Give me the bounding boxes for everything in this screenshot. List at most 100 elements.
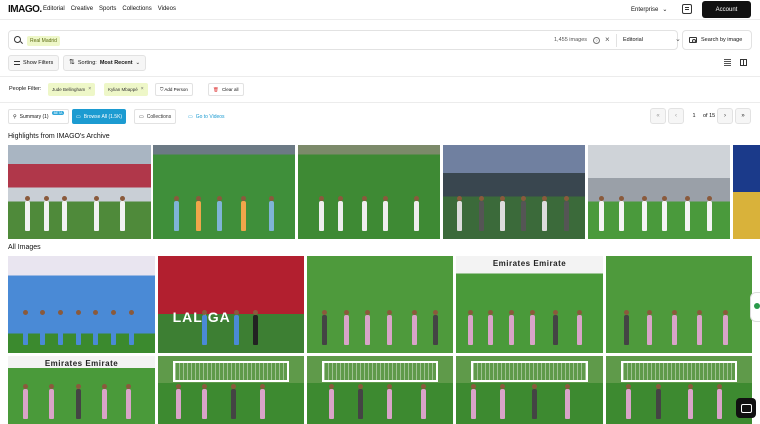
go-to-videos-label: Go to Videos (195, 113, 225, 120)
previous-page-button[interactable]: ‹ (668, 108, 684, 124)
tab-summary-label: Summary (1) (19, 113, 49, 120)
people-filter-label: People Filter: (9, 86, 42, 92)
nav-videos[interactable]: Videos (158, 6, 176, 12)
search-by-image-button[interactable]: Search by image (682, 30, 752, 50)
person-chip-bellingham[interactable]: Jude Bellingham × (48, 83, 96, 96)
players-figure (158, 381, 304, 419)
tab-summary[interactable]: ⚲ Summary (1) BETA (8, 109, 70, 124)
account-button[interactable]: Account (702, 1, 751, 18)
highlights-title: Highlights from IMAGO's Archive (8, 133, 110, 140)
close-icon[interactable]: × (88, 83, 91, 96)
chevron-down-icon: ⌄ (135, 60, 141, 66)
players-figure (456, 381, 603, 419)
emirates-board-text: Emirates Emirate (44, 359, 119, 368)
result-count: 1,455 images (554, 37, 588, 43)
highlight-photo[interactable] (733, 145, 760, 239)
tab-browse-all[interactable]: ▭ Browse All (1.5K) (72, 109, 127, 124)
sorting-value: Most Recent (99, 60, 133, 66)
show-filters-label: Show Filters (23, 60, 54, 66)
camera-icon (689, 37, 697, 43)
close-icon[interactable]: × (141, 83, 144, 96)
first-page-button[interactable]: « (650, 108, 666, 124)
video-icon: ▭ (188, 113, 193, 120)
players-figure (606, 292, 752, 346)
enterprise-menu[interactable]: Enterprise ⌄ (631, 6, 668, 14)
players-figure (606, 381, 752, 419)
image-thumbnail[interactable]: LALIGA (158, 256, 304, 353)
players-figure (8, 292, 155, 346)
nav-sports[interactable]: Sports (99, 6, 116, 12)
goal-net (620, 361, 738, 382)
image-thumbnail[interactable] (307, 256, 453, 353)
clear-all-button[interactable]: 🗑 Clear all (208, 83, 244, 96)
players-figure (153, 180, 295, 232)
highlight-photo[interactable] (588, 145, 730, 239)
grid-view-icon (724, 59, 731, 66)
search-icon (14, 36, 21, 43)
collections-icon: ▭ (139, 113, 144, 120)
nav-collections[interactable]: Collections (122, 6, 151, 12)
top-navigation: IMAGO. Editorial Creative Sports Collect… (0, 0, 760, 20)
last-page-button[interactable]: » (735, 108, 751, 124)
highlight-photo[interactable] (443, 145, 585, 239)
tab-collections-label: Collections (146, 113, 172, 120)
location-pin-icon: ⚲ (13, 113, 17, 120)
filter-icon (14, 61, 20, 65)
page-number-input[interactable]: 1 (686, 108, 702, 124)
person-name: Jude Bellingham (52, 87, 86, 92)
add-person-icon: ⛉ (160, 87, 164, 92)
image-thumbnail[interactable] (606, 356, 752, 424)
highlight-photo[interactable] (8, 145, 151, 239)
image-thumbnail[interactable] (307, 356, 453, 424)
image-thumbnail[interactable] (158, 356, 304, 424)
divider (616, 34, 617, 47)
go-to-videos-link[interactable]: ▭ Go to Videos (184, 109, 229, 124)
highlight-photo[interactable] (153, 145, 295, 239)
players-figure (298, 180, 440, 232)
sorting-prefix: Sorting: (77, 60, 97, 66)
mosaic-view-button[interactable] (737, 56, 750, 69)
search-query-chip[interactable]: Real Madrid (27, 36, 60, 46)
search-bar[interactable]: Real Madrid 1,455 images ? × Editorial ⌄ (8, 30, 681, 50)
lightbox-icon[interactable] (682, 4, 692, 14)
add-person-button[interactable]: ⛉ Add Person (155, 83, 193, 96)
highlight-photo[interactable] (298, 145, 440, 239)
sorting-dropdown[interactable]: ⇅ Sorting: Most Recent ⌄ (63, 55, 147, 71)
divider (0, 76, 760, 77)
person-chip-mbappe[interactable]: Kylian Mbappé × (104, 83, 148, 96)
tab-collections[interactable]: ▭ Collections (134, 109, 177, 124)
nav-creative[interactable]: Creative (71, 6, 93, 12)
players-figure (443, 180, 585, 232)
image-thumbnail[interactable] (456, 356, 603, 424)
players-figure (588, 180, 730, 232)
chevron-down-icon[interactable]: ⌄ (675, 35, 681, 43)
page-total: of 15 (703, 113, 716, 119)
images-icon: ▭ (76, 113, 81, 120)
clear-search-icon[interactable]: × (605, 35, 610, 44)
players-figure (307, 292, 453, 346)
image-thumbnail[interactable] (8, 256, 155, 353)
side-widget-tab[interactable] (750, 292, 760, 322)
imago-logo[interactable]: IMAGO. (8, 4, 42, 15)
players-figure (8, 180, 151, 232)
goal-net (321, 361, 439, 382)
players-figure (307, 381, 453, 419)
clear-all-label: Clear all (221, 87, 239, 92)
image-thumbnail[interactable]: Emirates Emirate (456, 256, 603, 353)
image-thumbnail[interactable]: Emirates Emirate (8, 356, 155, 424)
chat-button[interactable] (736, 398, 756, 418)
mosaic-view-icon (740, 59, 747, 66)
next-page-button[interactable]: › (717, 108, 733, 124)
add-person-label: Add Person (164, 87, 188, 92)
tab-browse-all-label: Browse All (1.5K) (83, 113, 123, 120)
help-icon[interactable]: ? (593, 37, 600, 44)
goal-net (172, 361, 290, 382)
grid-view-button[interactable] (721, 56, 734, 69)
show-filters-button[interactable]: Show Filters (8, 55, 60, 71)
chevron-down-icon: ⌄ (662, 7, 668, 13)
collection-select[interactable]: Editorial (623, 37, 643, 43)
all-images-title: All Images (8, 244, 41, 251)
image-thumbnail[interactable] (606, 256, 752, 353)
nav-editorial[interactable]: Editorial (43, 6, 65, 12)
search-by-image-label: Search by image (701, 37, 743, 43)
